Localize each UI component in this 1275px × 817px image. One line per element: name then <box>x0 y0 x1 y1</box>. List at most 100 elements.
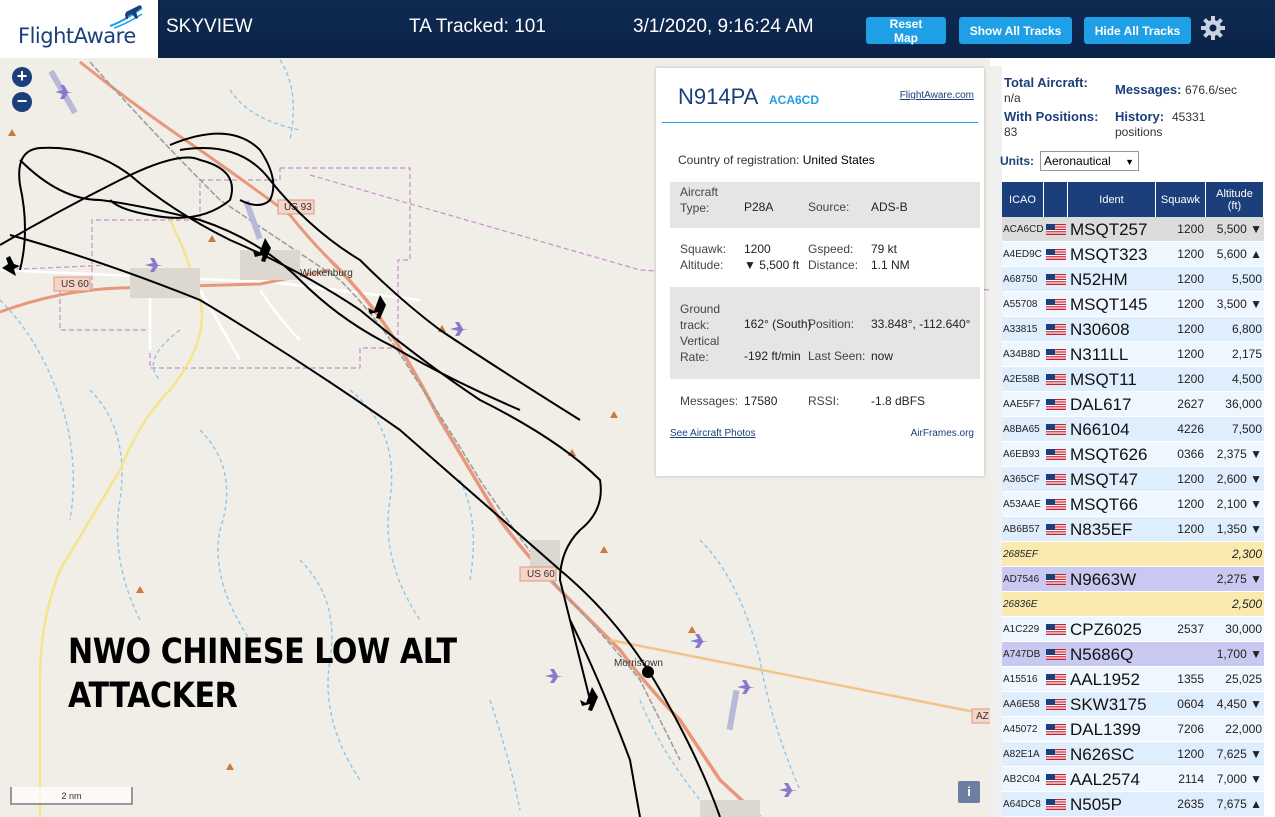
col-header-icao[interactable]: ICAO <box>1002 182 1044 217</box>
cell-icao: A2E58B <box>1003 374 1040 385</box>
card-divider <box>662 122 978 123</box>
cell-altitude: 1,700 ▼ <box>1216 647 1262 661</box>
cell-ident <box>1070 542 1158 567</box>
altitude-label: Altitude: <box>680 258 724 272</box>
table-row[interactable]: AA6E58 SKW3175 0604 4,450 ▼ <box>1002 692 1264 717</box>
cell-ident: MSQT47 <box>1070 470 1139 489</box>
table-row[interactable]: ACA6CD MSQT257 1200 5,500 ▼ <box>1002 217 1264 242</box>
hide-all-tracks-button[interactable]: Hide All Tracks <box>1084 17 1191 44</box>
last-seen-label: Last Seen: <box>808 349 866 363</box>
table-row[interactable]: A1C229 CPZ6025 2537 30,000 <box>1002 617 1264 642</box>
flightaware-link[interactable]: FlightAware.com <box>900 90 974 101</box>
history-label: History: <box>1115 109 1165 124</box>
cell-icao: A55708 <box>1003 299 1038 310</box>
table-row[interactable]: AB2C04 AAL2574 2114 7,000 ▼ <box>1002 767 1264 792</box>
cell-flag <box>1046 492 1068 517</box>
cell-altitude: 7,000 ▼ <box>1216 772 1262 786</box>
gear-icon[interactable] <box>1200 15 1226 41</box>
altitude-header-unit: (ft) <box>1227 199 1242 212</box>
show-all-tracks-button[interactable]: Show All Tracks <box>959 17 1072 44</box>
cell-squawk: 1200 <box>1177 372 1204 386</box>
messages-value: 17580 <box>744 394 778 408</box>
cell-ident: MSQT323 <box>1070 245 1148 264</box>
source-label: Source: <box>808 200 850 214</box>
table-row[interactable]: A64DC8 N505P 2635 7,675 ▲ <box>1002 792 1264 817</box>
zoom-in-button[interactable]: + <box>12 67 32 87</box>
source-value: ADS-B <box>871 200 908 214</box>
map-info-button[interactable]: i <box>958 781 980 803</box>
cell-squawk: 2627 <box>1177 397 1204 411</box>
cell-altitude: 5,600 ▲ <box>1216 247 1262 261</box>
cell-flag <box>1046 667 1068 692</box>
altitude-value: ▼ 5,500 ft <box>744 258 800 272</box>
cell-icao: A6EB93 <box>1003 449 1040 460</box>
zoom-out-button[interactable]: − <box>12 92 32 112</box>
table-row[interactable]: A33815 N30608 1200 6,800 <box>1002 317 1264 342</box>
ground-track-value: 162° (South) <box>744 317 812 331</box>
messages-rate-value: 676.6/sec <box>1185 83 1238 97</box>
table-row[interactable]: AD7546 N9663W 2,275 ▼ <box>1002 567 1264 592</box>
cell-icao: AAE5F7 <box>1003 399 1041 410</box>
aircraft-type-value: P28A <box>744 200 774 214</box>
cell-flag <box>1046 742 1068 767</box>
table-row[interactable]: AB6B57 N835EF 1200 1,350 ▼ <box>1002 517 1264 542</box>
table-row[interactable]: AAE5F7 DAL617 2627 36,000 <box>1002 392 1264 417</box>
cell-altitude: 2,600 ▼ <box>1216 472 1262 486</box>
airframes-link[interactable]: AirFrames.org <box>911 428 974 439</box>
us-flag-icon <box>1046 799 1066 810</box>
us-flag-icon <box>1046 699 1066 710</box>
cell-icao: A15516 <box>1003 674 1038 685</box>
cell-squawk: 1200 <box>1177 322 1204 336</box>
col-header-squawk[interactable]: Squawk <box>1156 182 1206 217</box>
cell-altitude: 7,625 ▼ <box>1216 747 1262 761</box>
cell-flag <box>1046 417 1068 442</box>
table-row[interactable]: A68750 N52HM 1200 5,500 <box>1002 267 1264 292</box>
cell-flag <box>1046 367 1068 392</box>
table-row[interactable]: A4ED9C MSQT323 1200 5,600 ▲ <box>1002 242 1264 267</box>
col-header-flag[interactable] <box>1044 182 1068 217</box>
cell-altitude: 2,300 <box>1231 547 1262 561</box>
cell-ident: N66104 <box>1070 420 1130 439</box>
panel-scrollbar[interactable] <box>990 66 1002 817</box>
col-header-ident[interactable]: Ident <box>1068 182 1156 217</box>
table-row[interactable]: A365CF MSQT47 1200 2,600 ▼ <box>1002 467 1264 492</box>
table-row[interactable]: A53AAE MSQT66 1200 2,100 ▼ <box>1002 492 1264 517</box>
table-row[interactable]: A747DB N5686Q 1,700 ▼ <box>1002 642 1264 667</box>
cell-ident: N9663W <box>1070 570 1137 589</box>
road-label-us60-west: US 60 <box>61 279 89 290</box>
reset-map-button[interactable]: Reset Map <box>866 17 946 45</box>
cell-icao: A4ED9C <box>1003 249 1042 260</box>
cell-flag <box>1046 267 1068 292</box>
table-row[interactable]: A82E1A N626SC 1200 7,625 ▼ <box>1002 742 1264 767</box>
us-flag-icon <box>1046 274 1066 285</box>
table-row[interactable]: A2E58B MSQT11 1200 4,500 <box>1002 367 1264 392</box>
col-header-altitude[interactable]: Altitude (ft) <box>1206 182 1264 217</box>
us-flag-icon <box>1046 649 1066 660</box>
gspeed-value: 79 kt <box>871 242 898 256</box>
table-body: ACA6CD MSQT257 1200 5,500 ▼ A4ED9C MSQT323 120… <box>1002 217 1264 817</box>
see-aircraft-photos-link[interactable]: See Aircraft Photos <box>670 428 756 439</box>
cell-altitude: 7,675 ▲ <box>1216 797 1262 811</box>
cell-altitude: 2,375 ▼ <box>1216 447 1262 461</box>
us-flag-icon <box>1046 374 1066 385</box>
units-select[interactable]: Aeronautical <box>1040 151 1139 171</box>
cell-altitude: 2,275 ▼ <box>1216 572 1262 586</box>
cell-altitude: 3,500 ▼ <box>1216 297 1262 311</box>
table-row[interactable]: A6EB93 MSQT626 0366 2,375 ▼ <box>1002 442 1264 467</box>
table-row[interactable]: 26836E 2,500 <box>1002 592 1264 617</box>
table-row[interactable]: A55708 MSQT145 1200 3,500 ▼ <box>1002 292 1264 317</box>
table-row[interactable]: A8BA65 N66104 4226 7,500 <box>1002 417 1264 442</box>
cell-squawk: 0366 <box>1177 447 1204 461</box>
cell-flag <box>1046 567 1068 592</box>
table-row[interactable]: 2685EF 2,300 <box>1002 542 1264 567</box>
cell-flag <box>1046 642 1068 667</box>
vertical-rate-label: Vertical Rate: <box>680 334 720 364</box>
table-row[interactable]: A45072 DAL1399 7206 22,000 <box>1002 717 1264 742</box>
last-seen-value: now <box>871 349 894 363</box>
cell-squawk: 0604 <box>1177 697 1204 711</box>
cell-ident: MSQT66 <box>1070 495 1139 514</box>
flightaware-logo[interactable]: FlightAware <box>0 0 160 58</box>
table-row[interactable]: A34B8D N311LL 1200 2,175 <box>1002 342 1264 367</box>
total-aircraft-value: n/a <box>1004 91 1021 105</box>
table-row[interactable]: A15516 AAL1952 1355 25,025 <box>1002 667 1264 692</box>
